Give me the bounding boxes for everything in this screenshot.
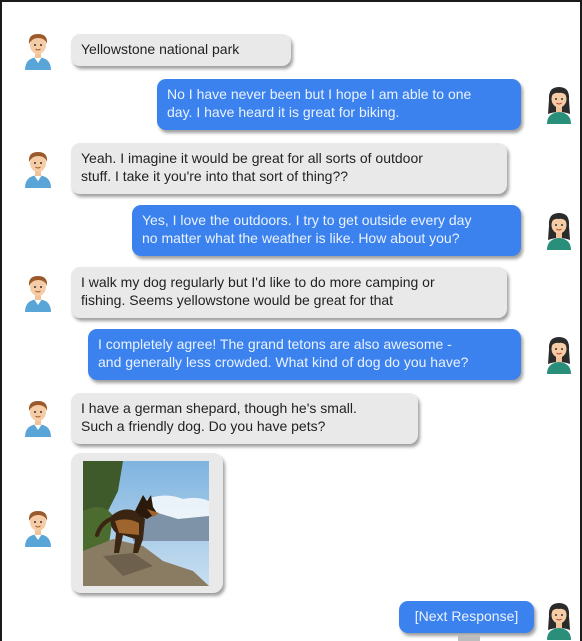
woman-avatar-icon — [547, 87, 571, 124]
message-bubble-user: I have a german shepard, though he's sma… — [71, 393, 418, 444]
message-bubble-bot: No I have never been but I hope I am abl… — [157, 79, 521, 130]
scrollbar-thumb[interactable] — [458, 635, 480, 641]
man-avatar-icon — [25, 511, 51, 547]
message-bubble-bot: I completely agree! The grand tetons are… — [88, 329, 521, 380]
man-avatar-icon — [25, 276, 51, 312]
woman-avatar-icon — [547, 603, 571, 640]
chat-window: Yellowstone national park No I have neve… — [0, 0, 582, 641]
message-bubble-user: Yellowstone national park — [71, 34, 291, 66]
man-avatar-icon — [25, 401, 51, 437]
man-avatar-icon — [25, 152, 51, 188]
next-response-button[interactable]: [Next Response] — [399, 601, 534, 633]
woman-avatar-icon — [547, 337, 571, 374]
message-bubble-user: I walk my dog regularly but I'd like to … — [71, 267, 507, 318]
woman-avatar-icon — [547, 213, 571, 250]
german-shepherd-photo[interactable] — [83, 461, 209, 586]
message-bubble-user: Yeah. I imagine it would be great for al… — [71, 143, 507, 194]
message-bubble-bot: Yes, I love the outdoors. I try to get o… — [132, 205, 521, 256]
man-avatar-icon — [25, 34, 51, 70]
image-message[interactable] — [71, 453, 223, 593]
